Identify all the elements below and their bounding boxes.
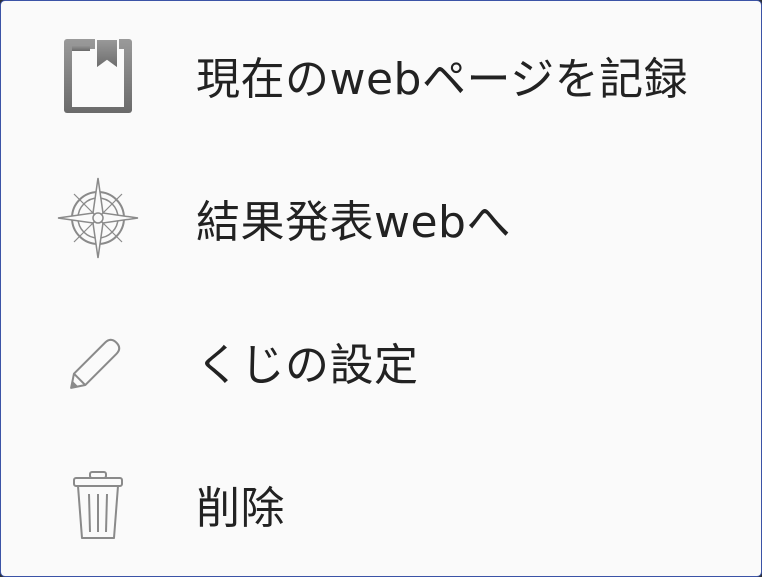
trash-icon [53,459,143,549]
menu-item-label: 削除 [196,482,285,534]
compass-icon [53,173,143,263]
menu-item-label: くじの設定 [196,339,419,391]
popup-menu: 現在のwebページを記録 結果発表webへ くじの設定 削除 [1,1,761,576]
menu-item-label: 結果発表webへ [196,196,511,248]
menu-item-results-web[interactable]: 結果発表webへ [1,146,761,289]
menu-item-lottery-settings[interactable]: くじの設定 [1,289,761,432]
pencil-icon [53,316,143,406]
menu-item-label: 現在のwebページを記録 [196,53,689,105]
menu-item-record-page[interactable]: 現在のwebページを記録 [1,3,761,146]
bookmark-page-icon [53,30,143,120]
menu-item-delete[interactable]: 削除 [1,432,761,575]
